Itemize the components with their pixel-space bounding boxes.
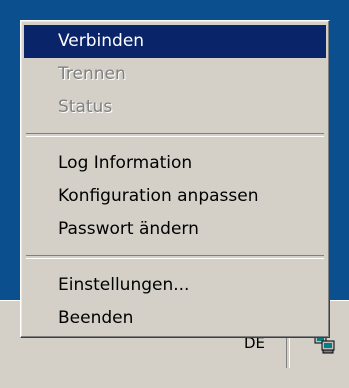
menu-item-konfiguration-anpassen[interactable]: Konfiguration anpassen [24, 180, 326, 213]
menu-separator [26, 133, 324, 137]
menu-item-einstellungen[interactable]: Einstellungen... [24, 269, 326, 302]
menu-item-beenden[interactable]: Beenden [24, 302, 326, 335]
menu-item-verbinden[interactable]: Verbinden [24, 25, 326, 58]
context-menu: Verbinden Trennen Status Log Information… [20, 20, 330, 338]
menu-item-passwort-aendern[interactable]: Passwort ändern [24, 213, 326, 246]
menu-separator [26, 255, 324, 259]
menu-item-status[interactable]: Status [24, 91, 326, 124]
menu-item-log-information[interactable]: Log Information [24, 147, 326, 180]
menu-item-trennen[interactable]: Trennen [24, 58, 326, 91]
